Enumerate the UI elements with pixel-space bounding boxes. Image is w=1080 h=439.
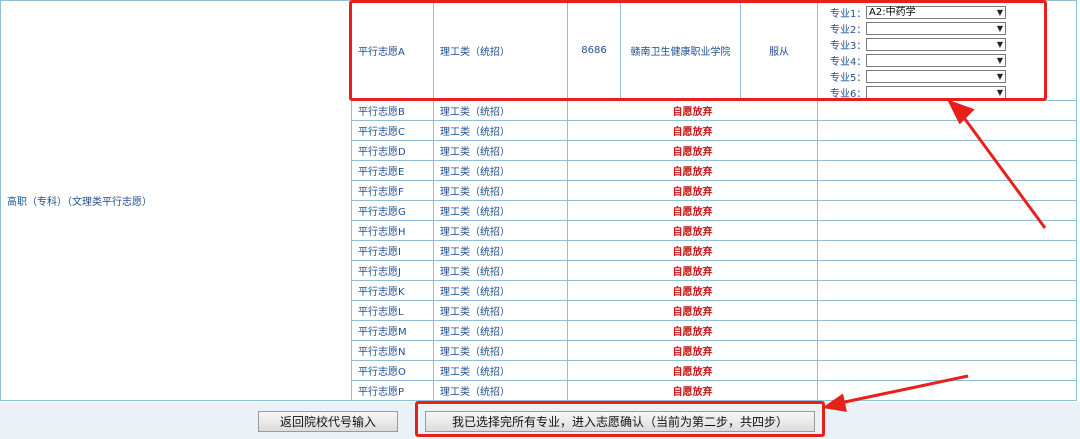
status-cell: 自愿放弃 — [567, 260, 818, 281]
admission-type-cell: 理工类（统招） — [433, 100, 568, 121]
volunteer-name-cell: 平行志愿N — [351, 340, 434, 361]
annotation-box-confirm-button — [415, 401, 825, 437]
admission-type-cell: 理工类（统招） — [433, 360, 568, 381]
volunteer-name-cell: 平行志愿B — [351, 100, 434, 121]
status-cell: 自愿放弃 — [567, 120, 818, 141]
empty-majors-cell — [817, 160, 1077, 181]
admission-type-cell: 理工类（统招） — [433, 120, 568, 141]
status-cell: 自愿放弃 — [567, 340, 818, 361]
status-cell: 自愿放弃 — [567, 280, 818, 301]
status-cell: 自愿放弃 — [567, 220, 818, 241]
batch-category-cell: 高职（专科）（文理类平行志愿） — [0, 0, 352, 401]
status-cell: 自愿放弃 — [567, 320, 818, 341]
status-cell: 自愿放弃 — [567, 200, 818, 221]
status-cell: 自愿放弃 — [567, 300, 818, 321]
volunteer-name-cell: 平行志愿O — [351, 360, 434, 381]
volunteer-name-cell: 平行志愿K — [351, 280, 434, 301]
empty-majors-cell — [817, 300, 1077, 321]
annotation-box-first-choice — [349, 0, 1047, 101]
admission-type-cell: 理工类（统招） — [433, 340, 568, 361]
volunteer-name-cell: 平行志愿I — [351, 240, 434, 261]
status-cell: 自愿放弃 — [567, 380, 818, 401]
status-cell: 自愿放弃 — [567, 360, 818, 381]
status-cell: 自愿放弃 — [567, 180, 818, 201]
empty-majors-cell — [817, 380, 1077, 401]
volunteer-name-cell: 平行志愿D — [351, 140, 434, 161]
admission-type-cell: 理工类（统招） — [433, 160, 568, 181]
empty-majors-cell — [817, 200, 1077, 221]
empty-majors-cell — [817, 240, 1077, 261]
admission-type-cell: 理工类（统招） — [433, 280, 568, 301]
admission-type-cell: 理工类（统招） — [433, 220, 568, 241]
empty-majors-cell — [817, 120, 1077, 141]
admission-type-cell: 理工类（统招） — [433, 320, 568, 341]
volunteer-name-cell: 平行志愿H — [351, 220, 434, 241]
empty-majors-cell — [817, 340, 1077, 361]
admission-type-cell: 理工类（统招） — [433, 240, 568, 261]
empty-majors-cell — [817, 320, 1077, 341]
empty-majors-cell — [817, 260, 1077, 281]
empty-majors-cell — [817, 180, 1077, 201]
admission-type-cell: 理工类（统招） — [433, 200, 568, 221]
volunteer-form-page: 高职（专科）（文理类平行志愿） 平行志愿A 理工类（统招） 8686 赣南卫生健… — [0, 0, 1080, 439]
volunteer-name-cell: 平行志愿J — [351, 260, 434, 281]
status-cell: 自愿放弃 — [567, 100, 818, 121]
volunteer-name-cell: 平行志愿M — [351, 320, 434, 341]
empty-majors-cell — [817, 140, 1077, 161]
status-cell: 自愿放弃 — [567, 140, 818, 161]
admission-type-cell: 理工类（统招） — [433, 300, 568, 321]
volunteer-name-cell: 平行志愿F — [351, 180, 434, 201]
admission-type-cell: 理工类（统招） — [433, 380, 568, 401]
admission-type-cell: 理工类（统招） — [433, 260, 568, 281]
volunteer-name-cell: 平行志愿L — [351, 300, 434, 321]
status-cell: 自愿放弃 — [567, 160, 818, 181]
empty-majors-cell — [817, 360, 1077, 381]
back-to-code-input-button[interactable]: 返回院校代号输入 — [258, 411, 398, 432]
volunteer-name-cell: 平行志愿P — [351, 380, 434, 401]
empty-majors-cell — [817, 220, 1077, 241]
volunteer-name-cell: 平行志愿C — [351, 120, 434, 141]
status-cell: 自愿放弃 — [567, 240, 818, 261]
admission-type-cell: 理工类（统招） — [433, 140, 568, 161]
empty-majors-cell — [817, 280, 1077, 301]
empty-majors-cell — [817, 100, 1077, 121]
volunteer-name-cell: 平行志愿E — [351, 160, 434, 181]
volunteer-name-cell: 平行志愿G — [351, 200, 434, 221]
admission-type-cell: 理工类（统招） — [433, 180, 568, 201]
